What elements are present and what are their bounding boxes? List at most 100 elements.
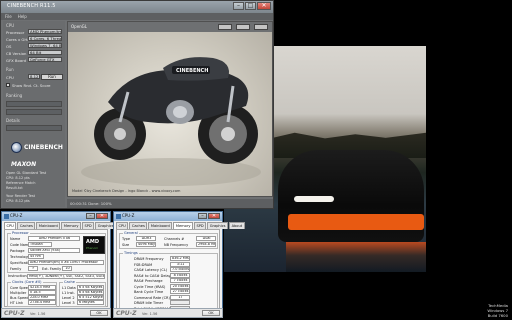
cache-group: Cache L1 Data 6 x 64 KBytes L1 Inst. 6 x… [59,280,106,307]
tab-spd[interactable]: SPD [81,222,95,229]
info-line: CPU: 8.12 pts [6,176,30,180]
cpuz-titlebar[interactable]: CPU-Z – ✕ [2,212,110,221]
cpuz-version: Ver. 1.56 [142,312,158,316]
wallpaper-reflection [286,242,426,272]
section-cpu-title: CPU [6,23,15,28]
row-value: 64 Bit [28,50,62,55]
timing-label: CAS# Latency (CL) [134,268,168,272]
close-button[interactable]: ✕ [96,213,108,219]
section-details-title: Details [6,118,20,123]
code-name-field: Thuban [28,242,52,247]
timing-label: DRAM Frequency [134,257,164,261]
tab-cpu[interactable]: CPU [116,222,129,229]
clocks-group-title: Clocks (Core #0) [11,280,43,284]
technology-field: 45 nm [28,254,44,259]
cinebench-logo-icon [11,142,22,153]
menu-help[interactable]: Help [18,13,27,20]
general-group-title: General [123,231,139,235]
timing-label: RAS# Precharge [134,279,163,283]
ext-family-field: 10 [62,266,72,271]
tab-caches[interactable]: Caches [129,222,148,229]
ranking-bar [6,101,62,107]
minimize-button[interactable]: – [86,213,95,219]
cpuz-brand-logo: CPU-Z [116,310,137,317]
run-button[interactable]: Run [41,74,63,80]
timing-value: 836.2 MHz [170,256,190,261]
field-label: Level 2 [62,296,75,300]
cpuz-memory-panel: General Type DDR3 Size 4096 MBytes Chann… [116,229,220,315]
tab-mainboard[interactable]: Mainboard [148,222,173,229]
field-label: Multiplier [10,291,27,295]
field-label: Name [10,237,21,241]
field-label: Ext. Family [42,267,62,271]
minimize-button[interactable]: – [233,2,244,10]
close-button[interactable]: ✕ [208,213,220,219]
timing-value: 20 clocks [170,283,190,289]
tab-caches[interactable]: Caches [17,222,36,229]
section-ranking-title: Ranking [6,93,23,98]
cinebench-logo: CINEBENCH [11,141,63,155]
general-group: General Type DDR3 Size 4096 MBytes Chann… [119,231,218,249]
tray-line: Build 7600 [487,313,508,318]
tab-about[interactable]: About [229,222,245,229]
field-label: L1 Inst. [62,291,75,295]
field-label: Bus Speed [10,296,29,300]
close-button[interactable]: ✕ [257,2,271,10]
cpuz-cpu-footer: CPU-Z Ver. 1.56 OK [1,308,111,318]
window-controls: – ✕ [86,213,108,219]
maxon-logo: MAXON [11,161,37,168]
tab-memory[interactable]: Memory [173,222,193,229]
cpuz-tabbar: CPU Caches Mainboard Memory SPD Graphics… [114,222,245,229]
window-title: CPU-Z [10,213,23,218]
window-controls: – ✕ [198,213,220,219]
menu-file[interactable]: File [5,13,12,20]
field-label: L1 Data [62,286,76,290]
cpuz-cpu-panel: Processor Name AMD Phenom II X6 Code Nam… [4,229,108,307]
tab-memory[interactable]: Memory [61,222,81,229]
amd-logo-text: AMD [86,239,99,245]
package-field: Socket AM3 (938) [28,248,80,253]
timing-value [170,300,190,305]
timing-label: DRAM Idle Timer [134,301,164,305]
minimize-button[interactable]: – [198,213,207,219]
run-row-label: CPU [6,75,14,80]
field-label: NB Frequency [164,243,189,247]
cache-group-title: Cache [63,280,76,284]
desktop: CINEBENCH R11.5 – □ ✕ File Help CPU Proc… [0,0,512,320]
row-value: GeForce GTX [28,57,62,62]
maximize-button[interactable]: □ [245,2,256,10]
row-value: AMD Phenom(tm) II X6 [28,29,62,34]
ok-button[interactable]: OK [90,310,108,316]
field-label: Family [10,267,22,271]
motorcycle-render-image: CINEBENCH [81,57,261,186]
cpuz-memory-window[interactable]: CPU-Z – ✕ CPU Caches Mainboard Memory SP… [113,211,245,317]
timing-value: 8 clocks [170,272,190,278]
memory-type-field: DDR3 [136,236,156,241]
specification-field: AMD Phenom(tm) II X6 1090T Processor [28,260,104,265]
tab-spd[interactable]: SPD [193,222,207,229]
ok-button[interactable]: OK [202,310,220,316]
info-line: Result.txt [6,186,23,190]
timing-value: 27 clocks [170,289,190,294]
amd-logo: AMD Phenom [83,236,105,254]
show-score-checkbox[interactable] [6,83,10,87]
window-controls: – □ ✕ [233,2,271,10]
ht-link-field: 2736.4 MHz [28,300,56,305]
info-line: CPU: 8.12 pts [6,199,30,203]
cpuz-cpu-window[interactable]: CPU-Z – ✕ CPU Caches Mainboard Memory SP… [1,211,133,317]
cpuz-version: Ver. 1.56 [30,312,46,316]
timings-group-title: Timings [123,251,139,255]
cinebench-window[interactable]: CINEBENCH R11.5 – □ ✕ File Help CPU Proc… [0,0,274,209]
field-label: HT Link [10,301,24,305]
cpuz-titlebar[interactable]: CPU-Z – ✕ [114,212,222,221]
row-value: 6 Cores, 6 Threads @ 4.2 [28,36,62,41]
timing-label: Command Rate (CR) [134,295,170,300]
field-label: Size [122,243,130,247]
cinebench-titlebar[interactable]: CINEBENCH R11.5 – □ ✕ [1,1,273,13]
channels-field: Dual [196,236,216,241]
row-label: Cores x GHz [6,37,30,42]
tab-mainboard[interactable]: Mainboard [36,222,61,229]
window-title: CINEBENCH R11.5 [7,3,56,9]
tab-cpu[interactable]: CPU [4,222,17,229]
tab-graphics[interactable]: Graphics [207,222,229,229]
